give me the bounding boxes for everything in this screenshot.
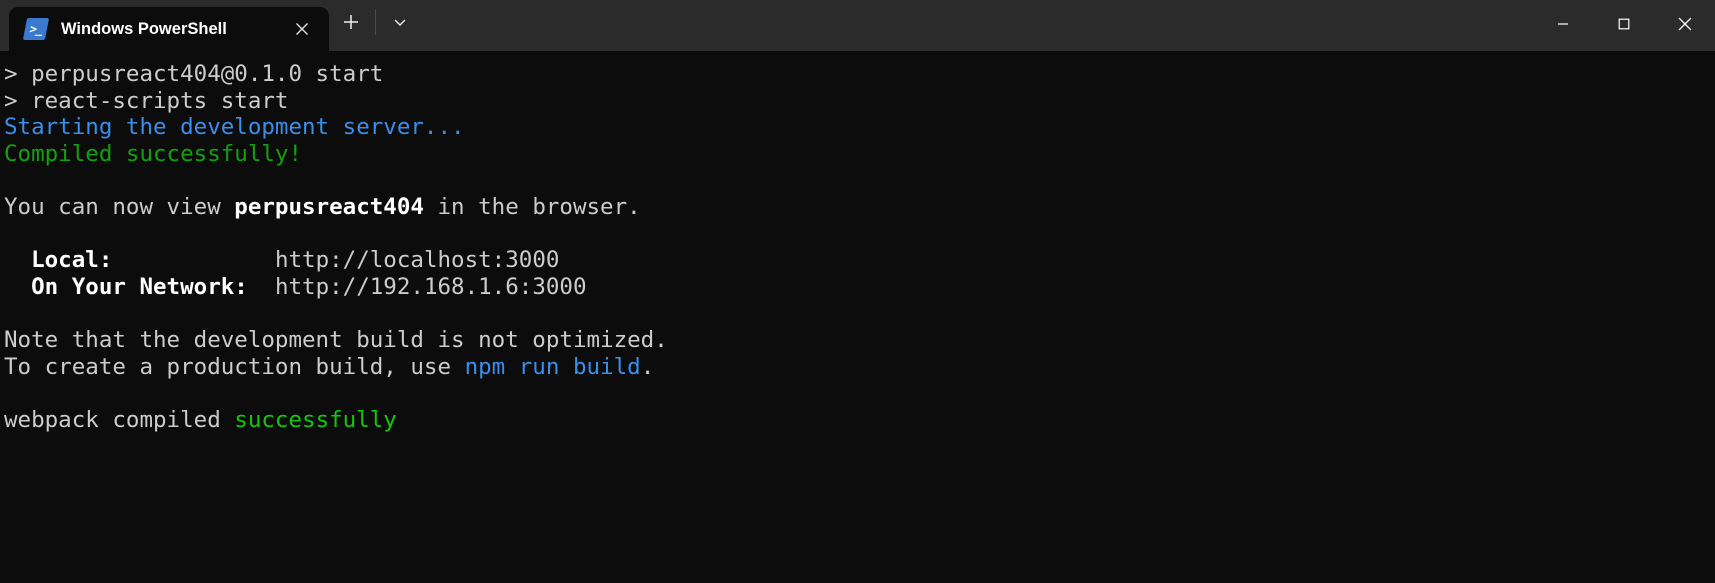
powershell-icon: >_ <box>22 18 50 40</box>
tab-bar-separator <box>375 8 376 35</box>
line-webpack-compiled-segment: webpack compiled <box>4 406 235 433</box>
line-local-url: Local: http://localhost:3000 <box>4 247 1715 274</box>
line-blank-2-segment <box>4 221 18 247</box>
new-tab-button[interactable] <box>329 2 373 42</box>
powershell-window: >_ Windows PowerShell > perpusreact404@0… <box>0 0 1715 583</box>
line-note-dev-build: Note that the development build is not o… <box>4 327 1715 354</box>
line-view-in-browser: You can now view perpusreact404 in the b… <box>4 194 1715 221</box>
line-blank-3 <box>4 300 1715 327</box>
window-controls <box>1532 0 1715 47</box>
tab-close-icon[interactable] <box>285 12 319 46</box>
terminal-lines: > perpusreact404@0.1.0 start > react-scri… <box>4 61 1715 433</box>
tab-bar-actions <box>329 0 422 51</box>
line-local-url-segment: Local: <box>4 247 275 274</box>
line-npm-package: > perpusreact404@0.1.0 start <box>4 61 1715 88</box>
title-bar[interactable]: >_ Windows PowerShell <box>0 0 1715 51</box>
line-network-url-segment: On Your Network: <box>4 273 275 300</box>
line-production-build-segment: To create a production build, use <box>4 353 465 380</box>
powershell-icon-glyph: >_ <box>28 22 44 36</box>
line-starting-server-segment: Starting the development server... <box>4 114 465 141</box>
line-production-build: To create a production build, use npm ru… <box>4 354 1715 381</box>
line-compiled-successfully: Compiled successfully! <box>4 141 1715 168</box>
line-local-url-segment: http://localhost:3000 <box>274 247 560 274</box>
line-npm-command-segment: > react-scripts start <box>4 87 289 114</box>
line-blank-4-segment <box>4 380 18 406</box>
line-blank-3-segment <box>4 300 18 326</box>
maximize-icon[interactable] <box>1593 0 1654 47</box>
close-icon[interactable] <box>1654 0 1715 47</box>
line-npm-command: > react-scripts start <box>4 88 1715 115</box>
line-webpack-compiled: webpack compiled successfully <box>4 407 1715 434</box>
line-blank-4 <box>4 380 1715 407</box>
line-production-build-segment: npm run build <box>464 353 641 380</box>
line-compiled-successfully-segment: Compiled successfully! <box>4 140 303 167</box>
line-blank-1-segment <box>4 167 18 193</box>
line-production-build-segment: . <box>640 353 655 380</box>
line-blank-2 <box>4 221 1715 248</box>
line-network-url-segment: http://192.168.1.6:3000 <box>274 273 587 300</box>
tab-windows-powershell[interactable]: >_ Windows PowerShell <box>9 7 329 51</box>
terminal-output[interactable]: > perpusreact404@0.1.0 start > react-scri… <box>0 51 1715 583</box>
line-view-in-browser-segment: in the browser. <box>423 193 641 220</box>
tab-title: Windows PowerShell <box>61 19 227 38</box>
line-view-in-browser-segment: You can now view <box>4 193 235 220</box>
line-npm-package-segment: > perpusreact404@0.1.0 start <box>4 61 384 87</box>
line-note-dev-build-segment: Note that the development build is not o… <box>4 326 668 353</box>
tab-strip: >_ Windows PowerShell <box>0 0 329 51</box>
minimize-icon[interactable] <box>1532 0 1593 47</box>
line-network-url: On Your Network: http://192.168.1.6:3000 <box>4 274 1715 301</box>
line-blank-1 <box>4 167 1715 194</box>
chevron-down-icon[interactable] <box>378 2 422 42</box>
line-webpack-compiled-segment: successfully <box>234 406 397 433</box>
line-starting-server: Starting the development server... <box>4 114 1715 141</box>
line-view-in-browser-segment: perpusreact404 <box>234 193 424 220</box>
